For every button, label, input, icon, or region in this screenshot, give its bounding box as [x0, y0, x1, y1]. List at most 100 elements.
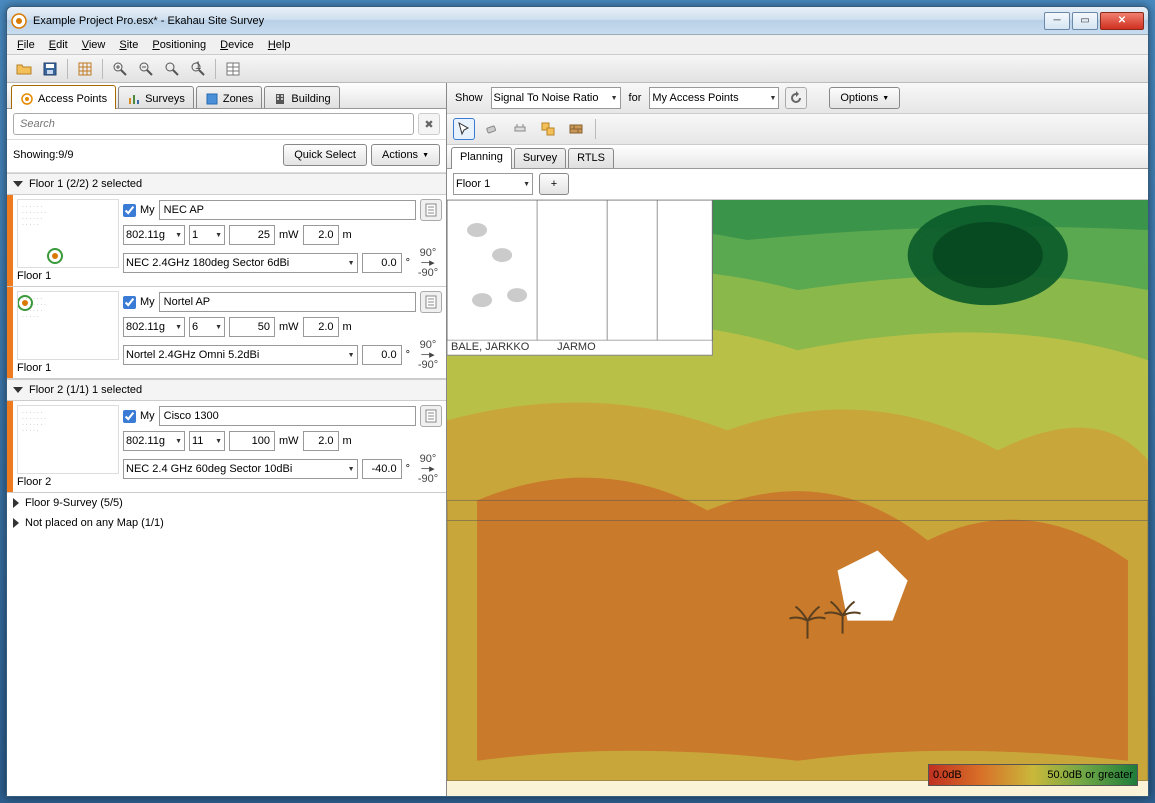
ap-tool[interactable] — [509, 118, 531, 140]
options-button[interactable]: Options ▼ — [829, 87, 900, 109]
close-button[interactable]: ✕ — [1100, 12, 1144, 30]
channel-select[interactable]: 6▼ — [189, 317, 225, 337]
ap-name-input[interactable] — [159, 406, 416, 426]
angle-widget[interactable]: 90°─▸-90° — [414, 249, 442, 277]
quick-select-button[interactable]: Quick Select — [283, 144, 367, 166]
channel-select[interactable]: 11▼ — [189, 431, 225, 451]
height-unit: m — [343, 321, 352, 333]
zone-tool[interactable] — [537, 118, 559, 140]
pointer-tool[interactable] — [453, 118, 475, 140]
height-input[interactable] — [303, 317, 339, 337]
radio-select[interactable]: 802.11g▼ — [123, 317, 185, 337]
add-floor-button[interactable]: + — [539, 173, 569, 195]
ap-name-input[interactable] — [159, 292, 416, 312]
tab-rtls[interactable]: RTLS — [568, 148, 614, 168]
height-input[interactable] — [303, 431, 339, 451]
wall-tool[interactable] — [565, 118, 587, 140]
tab-zones[interactable]: Zones — [196, 86, 263, 108]
refresh-button[interactable] — [785, 87, 807, 109]
my-checkbox[interactable] — [123, 410, 136, 423]
tab-label: Surveys — [145, 93, 185, 105]
ap-name-input[interactable] — [159, 200, 416, 220]
menubar: File Edit View Site Positioning Device H… — [7, 35, 1148, 55]
show-select[interactable]: Signal To Noise Ratio▼ — [491, 87, 621, 109]
tab-label: Access Points — [38, 93, 107, 105]
group-header-unplaced[interactable]: Not placed on any Map (1/1) — [7, 513, 446, 533]
floor-label: Floor 2 — [17, 474, 119, 488]
tilt-input[interactable] — [362, 459, 402, 479]
menu-file[interactable]: File — [11, 37, 41, 53]
collapse-icon — [13, 387, 23, 393]
tab-access-points[interactable]: Access Points — [11, 85, 116, 109]
radio-select[interactable]: 802.11g▼ — [123, 431, 185, 451]
tab-survey[interactable]: Survey — [514, 148, 566, 168]
menu-edit[interactable]: Edit — [43, 37, 74, 53]
tab-planning[interactable]: Planning — [451, 147, 512, 169]
properties-button[interactable] — [420, 199, 442, 221]
my-checkbox[interactable] — [123, 204, 136, 217]
antenna-select[interactable]: NEC 2.4GHz 180deg Sector 6dBi▼ — [123, 253, 358, 273]
eraser-tool[interactable] — [481, 118, 503, 140]
table-icon[interactable] — [222, 58, 244, 80]
ap-list[interactable]: Floor 1 (2/2) 2 selected Floor 1 My — [7, 173, 446, 796]
group-header-floor1[interactable]: Floor 1 (2/2) 2 selected — [7, 173, 446, 195]
my-checkbox[interactable] — [123, 296, 136, 309]
for-select[interactable]: My Access Points▼ — [649, 87, 779, 109]
open-icon[interactable] — [13, 58, 35, 80]
zoom-in-icon[interactable] — [109, 58, 131, 80]
tab-surveys[interactable]: Surveys — [118, 86, 194, 108]
tilt-input[interactable] — [362, 345, 402, 365]
zoom-out-icon[interactable] — [135, 58, 157, 80]
ap-thumbnail[interactable]: Floor 1 — [13, 195, 123, 286]
antenna-select[interactable]: Nortel 2.4GHz Omni 5.2dBi▼ — [123, 345, 358, 365]
count-row: Showing:9/9 Quick Select Actions ▼ — [7, 140, 446, 173]
zoom-fit-icon[interactable] — [161, 58, 183, 80]
angle-widget[interactable]: 90°─▸-90° — [414, 341, 442, 369]
group-header-floor9[interactable]: Floor 9-Survey (5/5) — [7, 493, 446, 513]
power-input[interactable] — [229, 225, 275, 245]
group-header-floor2[interactable]: Floor 2 (1/1) 1 selected — [7, 379, 446, 401]
angle-widget[interactable]: 90°─▸-90° — [414, 455, 442, 483]
floor-select[interactable]: Floor 1▼ — [453, 173, 533, 195]
height-unit: m — [343, 435, 352, 447]
zoom-actual-icon[interactable]: 1 — [187, 58, 209, 80]
power-input[interactable] — [229, 431, 275, 451]
menu-positioning[interactable]: Positioning — [146, 37, 212, 53]
save-icon[interactable] — [39, 58, 61, 80]
menu-site[interactable]: Site — [113, 37, 144, 53]
height-input[interactable] — [303, 225, 339, 245]
ap-thumbnail[interactable]: Floor 1 — [13, 287, 123, 378]
search-row: ✖ — [7, 109, 446, 140]
menu-help[interactable]: Help — [262, 37, 297, 53]
power-unit: mW — [279, 435, 299, 447]
tab-label: Zones — [223, 93, 254, 105]
properties-button[interactable] — [420, 405, 442, 427]
clear-search-button[interactable]: ✖ — [418, 113, 440, 135]
map-area[interactable]: BALE, JARKKO JARMO 0.0dB 50.0dB or great… — [447, 200, 1148, 796]
properties-button[interactable] — [420, 291, 442, 313]
radio-select[interactable]: 802.11g▼ — [123, 225, 185, 245]
grid-icon[interactable] — [74, 58, 96, 80]
surveys-tab-icon — [127, 92, 141, 106]
right-panel: Show Signal To Noise Ratio▼ for My Acces… — [447, 83, 1148, 796]
maximize-button[interactable]: ▭ — [1072, 12, 1098, 30]
ap-thumbnail[interactable]: Floor 2 — [13, 401, 123, 492]
actions-button[interactable]: Actions ▼ — [371, 144, 440, 166]
tab-building[interactable]: Building — [264, 86, 339, 108]
antenna-select[interactable]: NEC 2.4 GHz 60deg Sector 10dBi▼ — [123, 459, 358, 479]
group-title: Floor 1 (2/2) 2 selected — [29, 178, 142, 190]
minimize-button[interactable]: ─ — [1044, 12, 1070, 30]
search-input[interactable] — [13, 113, 414, 135]
ap-card: Floor 2 My 802.11g▼ 11▼ — [7, 401, 446, 493]
channel-select[interactable]: 1▼ — [189, 225, 225, 245]
tilt-input[interactable] — [362, 253, 402, 273]
my-label: My — [140, 204, 155, 216]
ap-tab-icon — [20, 92, 34, 106]
app-window: Example Project Pro.esx* - Ekahau Site S… — [6, 6, 1149, 797]
showing-count: Showing:9/9 — [13, 149, 74, 161]
ap-fields: My 802.11g▼ 11▼ mW m — [123, 401, 446, 492]
power-input[interactable] — [229, 317, 275, 337]
separator — [67, 59, 68, 79]
menu-view[interactable]: View — [76, 37, 112, 53]
menu-device[interactable]: Device — [214, 37, 260, 53]
